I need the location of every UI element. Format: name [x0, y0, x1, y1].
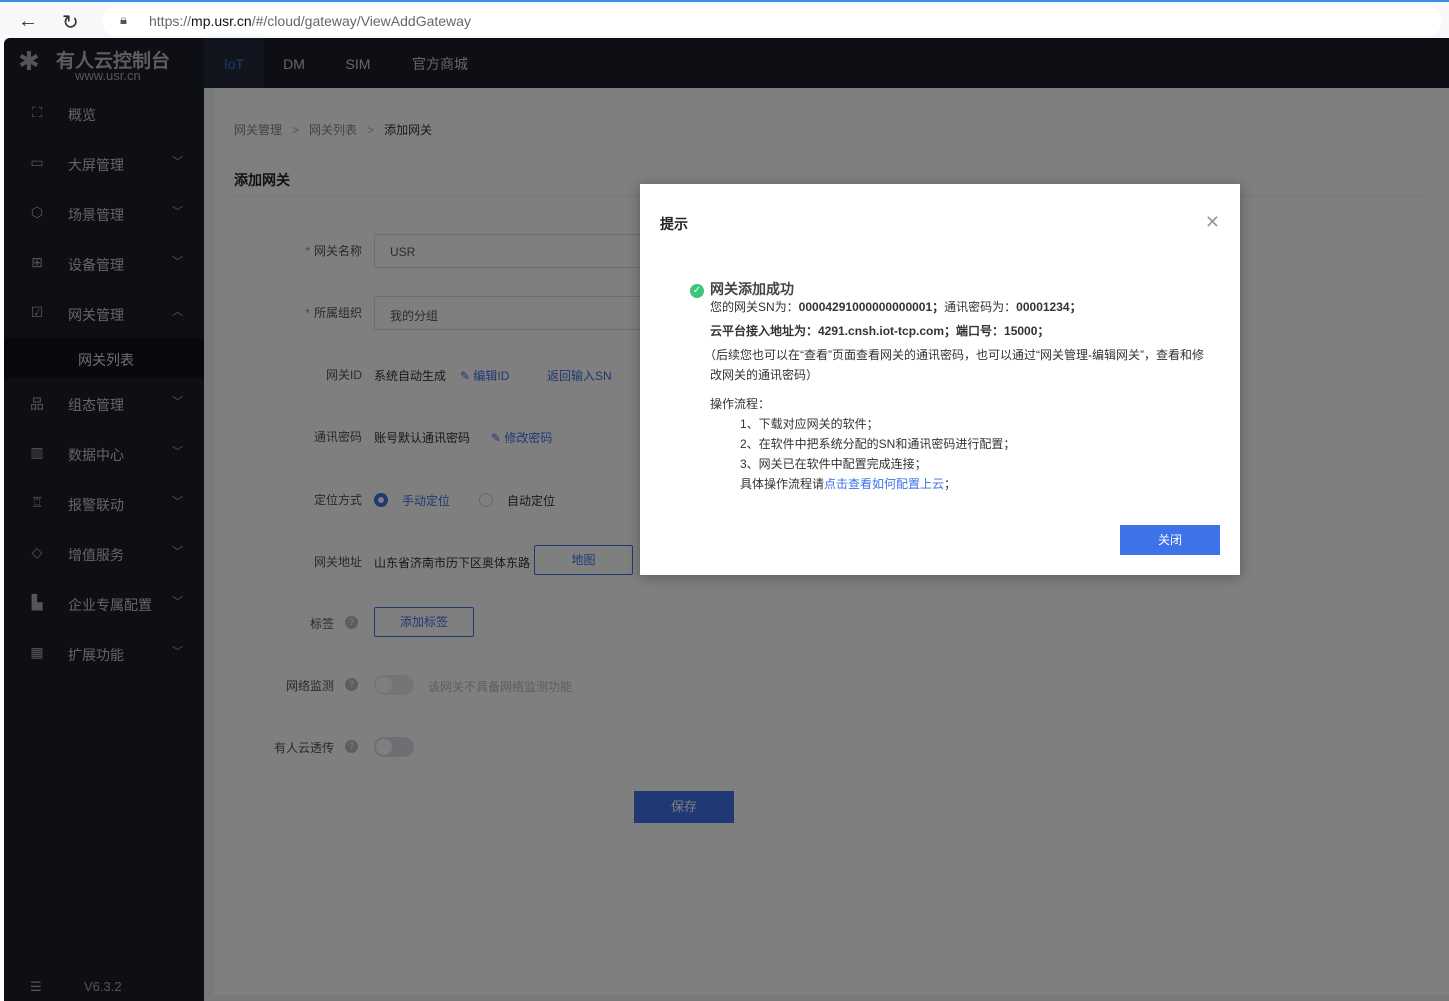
pwd-label: 通讯密码为：: [944, 300, 1017, 314]
note-line: （后续您也可以在“查看”页面查看网关的通讯密码，也可以通过“网关管理-编辑网关”…: [704, 348, 1204, 362]
url-prefix: https://: [149, 13, 192, 29]
more-suffix: ；: [944, 477, 957, 491]
back-icon[interactable]: ←: [18, 10, 38, 33]
config-guide-link[interactable]: 点击查看如何配置上云: [824, 477, 944, 491]
dialog-title: 提示: [660, 216, 688, 232]
step-item: 3、网关已在软件中配置完成连接；: [740, 457, 927, 471]
sn-value: 00004291000000000001；: [798, 300, 945, 314]
success-check-icon: ✓: [690, 284, 704, 298]
sn-label: 您的网关SN为：: [710, 300, 799, 314]
step-item: 2、在软件中把系统分配的SN和通讯密码进行配置；: [740, 437, 1016, 451]
success-title: 网关添加成功: [710, 281, 794, 297]
step-item: 1、下载对应网关的软件；: [740, 417, 879, 431]
reload-icon[interactable]: ↻: [62, 10, 79, 35]
server-address: 云平台接入地址为：4291.cnsh.iot-tcp.com；端口号：15000…: [710, 324, 1050, 338]
close-icon[interactable]: ✕: [1205, 212, 1220, 233]
url-host: mp.usr.cn: [191, 13, 252, 29]
close-button[interactable]: 关闭: [1120, 525, 1220, 555]
lock-icon: 🔒︎: [120, 12, 127, 27]
steps-title: 操作流程：: [710, 397, 771, 411]
address-bar[interactable]: 🔒︎ https://mp.usr.cn/#/cloud/gateway/Vie…: [102, 6, 1442, 36]
pwd-value: 00001234；: [1016, 300, 1082, 314]
success-dialog: 提示 ✕ ✓ 网关添加成功 您的网关SN为：0000429100000000000…: [640, 184, 1240, 575]
note-line: 改网关的通讯密码）: [710, 368, 819, 382]
more-prefix: 具体操作流程请: [740, 477, 825, 491]
browser-bar: ← ↻ 🔒︎ https://mp.usr.cn/#/cloud/gateway…: [0, 0, 1449, 38]
url-path: /#/cloud/gateway/ViewAddGateway: [251, 13, 471, 29]
